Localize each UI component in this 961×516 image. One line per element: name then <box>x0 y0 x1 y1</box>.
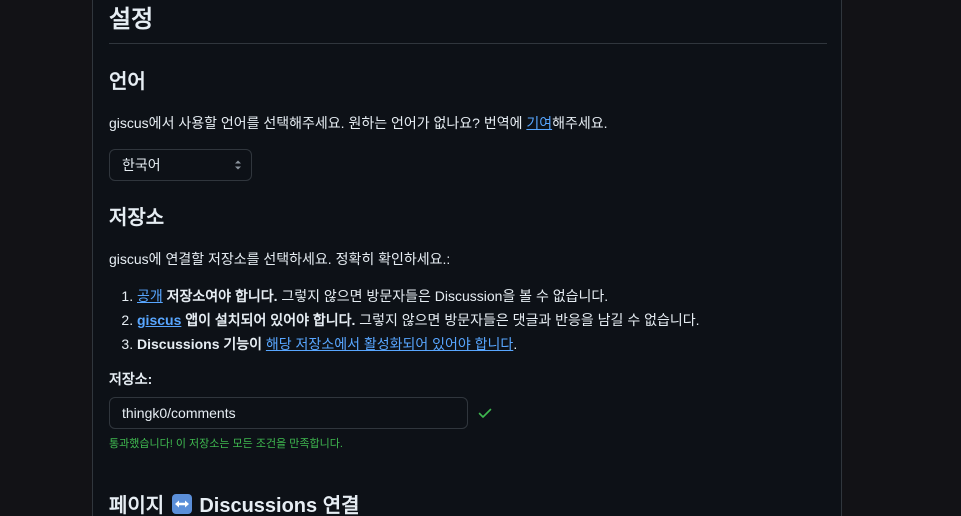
requirement-bold-text: Discussions 기능이 <box>137 336 266 352</box>
requirements-list: 공개 저장소여야 합니다. 그렇지 않으면 방문자들은 Discussion을 … <box>109 284 700 356</box>
language-description-text: giscus에서 사용할 언어를 선택해주세요. 원하는 언어가 없나요? 번역… <box>109 115 527 131</box>
requirement-item-app: giscus 앱이 설치되어 있어야 합니다. 그렇지 않으면 방문자들은 댓글… <box>137 308 700 332</box>
page: 설정 언어 giscus에서 사용할 언어를 선택해주세요. 원하는 언어가 없… <box>0 0 961 516</box>
configuration-panel: 설정 언어 giscus에서 사용할 언어를 선택해주세요. 원하는 언어가 없… <box>92 0 842 516</box>
repository-heading: 저장소 <box>109 207 165 229</box>
requirement-bold-text: 앱이 설치되어 있어야 합니다. <box>181 312 356 328</box>
repository-input-label: 저장소: <box>109 371 153 387</box>
page-mapping-heading-start: 페이지 <box>109 495 170 516</box>
requirement-bold-text: 저장소여야 합니다. <box>162 288 278 304</box>
select-arrows-icon <box>235 160 241 170</box>
language-heading: 언어 <box>109 71 146 93</box>
repository-input[interactable] <box>109 397 468 429</box>
enable-discussions-link[interactable]: 해당 저장소에서 활성화되어 있어야 합니다 <box>266 336 513 352</box>
page-mapping-heading-end: Discussions 연결 <box>193 495 360 516</box>
language-description-suffix: 해주세요. <box>552 115 608 131</box>
language-select[interactable]: 한국어 <box>109 149 252 181</box>
requirement-text: 그렇지 않으면 방문자들은 댓글과 반응을 남길 수 없습니다. <box>355 312 700 328</box>
requirement-item-public: 공개 저장소여야 합니다. 그렇지 않으면 방문자들은 Discussion을 … <box>137 284 700 308</box>
repository-description: giscus에 연결할 저장소를 선택하세요. 정확히 확인하세요.: <box>109 251 451 267</box>
left-right-arrow-icon <box>171 494 192 514</box>
requirement-item-discussions: Discussions 기능이 해당 저장소에서 활성화되어 있어야 합니다. <box>137 332 700 356</box>
requirement-text: 그렇지 않으면 방문자들은 Discussion을 볼 수 없습니다. <box>277 288 609 304</box>
check-icon <box>478 408 492 418</box>
requirement-text: . <box>513 336 518 352</box>
public-link[interactable]: 공개 <box>137 288 163 304</box>
repository-success-message: 통과했습니다! 이 저장소는 모든 조건을 만족합니다. <box>109 438 343 450</box>
page-mapping-heading: 페이지 Discussions 연결 <box>109 493 360 516</box>
language-description: giscus에서 사용할 언어를 선택해주세요. 원하는 언어가 없나요? 번역… <box>109 113 608 133</box>
contribute-link[interactable]: 기여 <box>526 115 552 131</box>
language-select-value: 한국어 <box>122 157 161 173</box>
settings-title: 설정 <box>109 0 827 44</box>
giscus-app-link[interactable]: giscus <box>137 312 181 328</box>
